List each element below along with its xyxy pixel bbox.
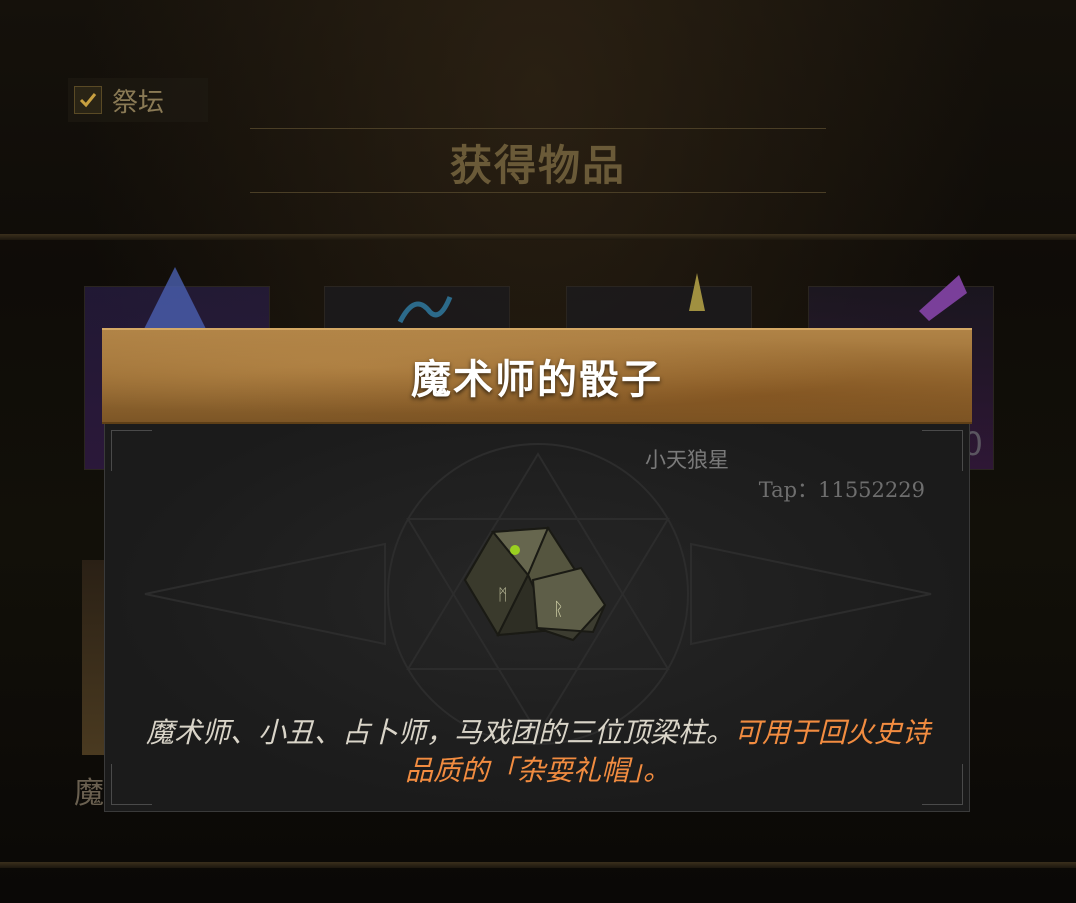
frame-corner — [111, 430, 152, 471]
dice-icon: ᚱ ᛗ — [463, 525, 607, 642]
smoke-icon — [397, 296, 453, 324]
frame-corner — [922, 430, 963, 471]
dagger-icon — [689, 273, 705, 311]
svg-text:ᛗ: ᛗ — [498, 585, 508, 604]
altar-label: 祭坛 — [112, 87, 165, 118]
description-plain: 魔术师、小丑、占卜师，马戏团的三位顶梁柱。 — [145, 716, 734, 749]
item-popup-header: 魔术师的骰子 — [102, 328, 972, 424]
item-popup-body[interactable]: 小天狼星 Tap：11552229 ᚱ ᛗ 魔术师、小丑、占卜师，马戏团的三位顶… — [104, 424, 970, 812]
player-name: 小天狼星 — [645, 448, 729, 472]
gem-icon — [919, 275, 967, 321]
checkmark-icon — [79, 93, 97, 108]
item-description: 魔术师、小丑、占卜师，马戏团的三位顶梁柱。可用于回火史诗品质的「杂耍礼帽」。 — [135, 714, 941, 790]
tap-id: Tap：11552229 — [758, 478, 925, 502]
svg-text:ᚱ: ᚱ — [553, 599, 564, 620]
divider-bottom — [0, 862, 1076, 868]
altar-filter-toggle[interactable]: 祭坛 — [68, 78, 208, 122]
side-item-card[interactable] — [82, 560, 104, 755]
item-name: 魔术师的骰子 — [411, 357, 663, 403]
title-line-bottom — [250, 192, 826, 193]
page-title: 获得物品 — [449, 141, 626, 190]
divider-top — [0, 234, 1076, 240]
crystal-icon — [143, 267, 207, 331]
checkbox[interactable] — [74, 86, 102, 114]
title-line-top — [250, 128, 826, 129]
